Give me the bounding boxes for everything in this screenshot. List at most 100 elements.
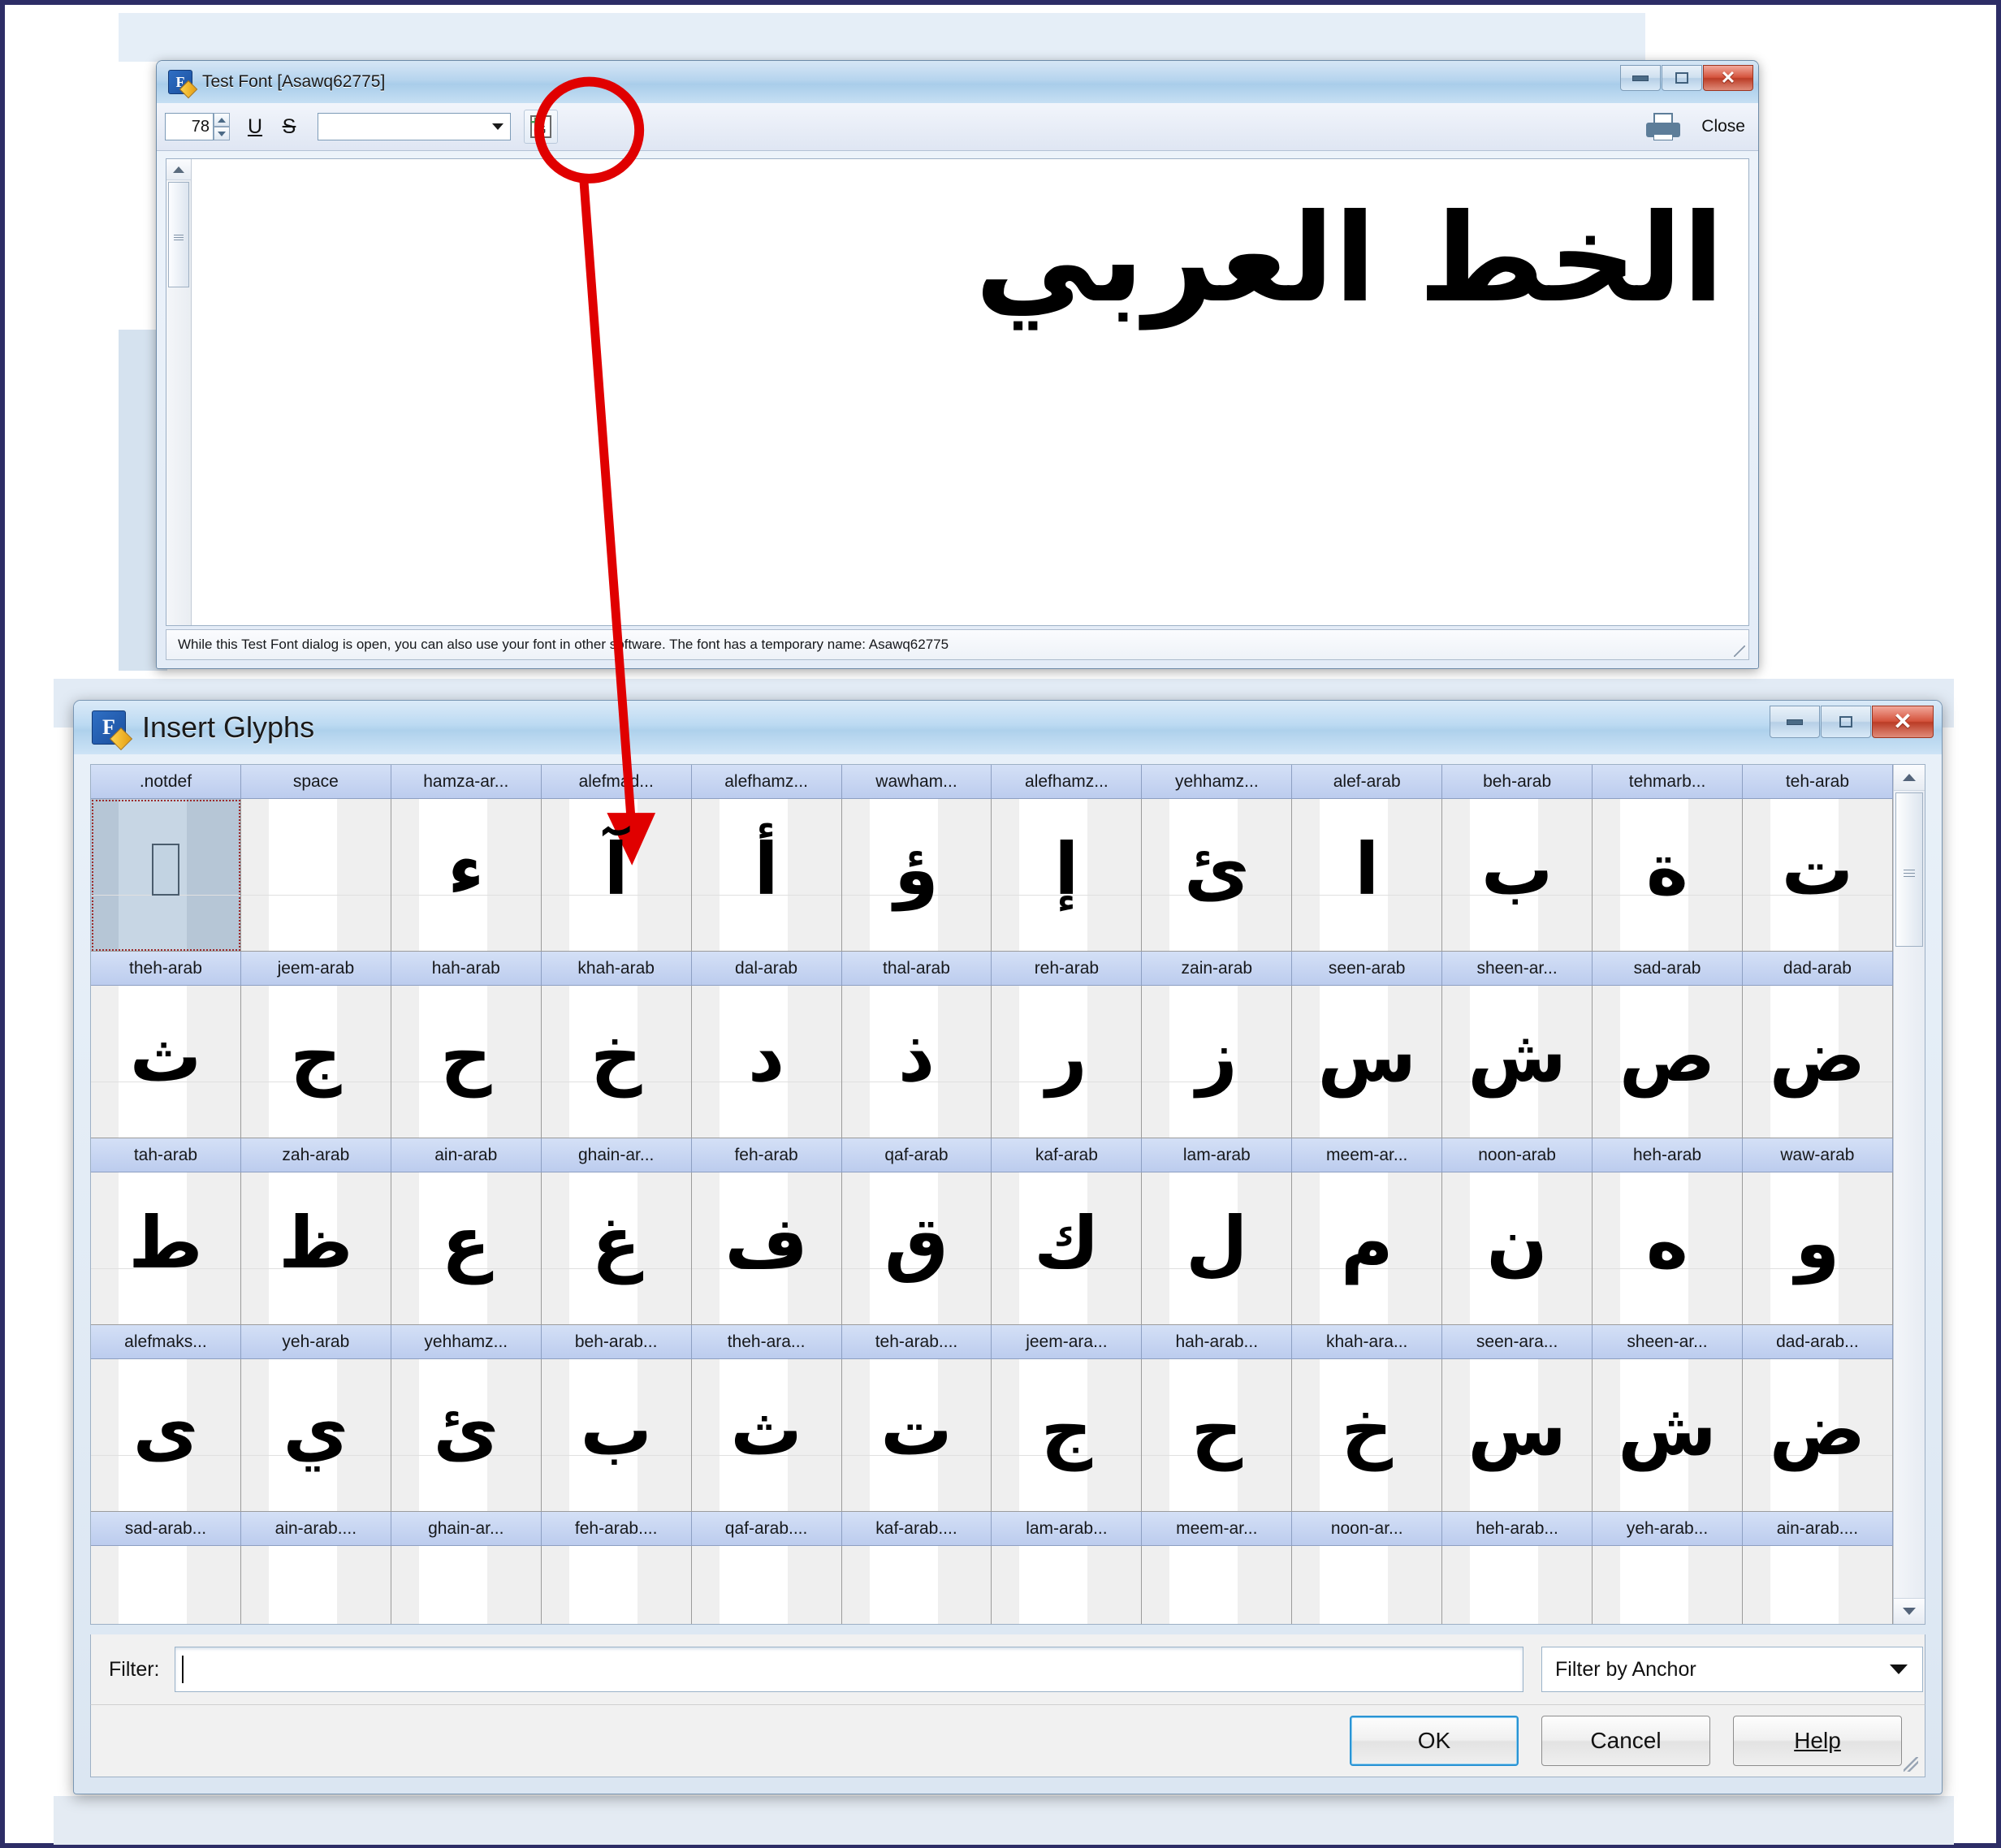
- glyph-name-header[interactable]: heh-arab: [1593, 1138, 1743, 1172]
- glyph-name-header[interactable]: lam-arab: [1142, 1138, 1293, 1172]
- glyph-name-header[interactable]: jeem-ara...: [992, 1325, 1143, 1359]
- glyph-name-header[interactable]: alefmad...: [541, 765, 692, 799]
- glyph-name-header[interactable]: reh-arab: [992, 952, 1143, 986]
- glyph-cell[interactable]: ي: [240, 1359, 391, 1512]
- glyph-name-header[interactable]: tehmarb...: [1593, 765, 1743, 799]
- glyph-name-header[interactable]: yeh-arab: [240, 1325, 391, 1359]
- glyph-cell[interactable]: [91, 1546, 241, 1624]
- scroll-up-icon[interactable]: [1894, 765, 1925, 791]
- underline-button[interactable]: U: [240, 110, 270, 143]
- glyph-name-header[interactable]: thal-arab: [841, 952, 992, 986]
- glyph-cell[interactable]: [691, 1546, 842, 1624]
- glyph-cell[interactable]: ذ: [841, 986, 992, 1138]
- glyph-name-header[interactable]: yehhamz...: [1142, 765, 1293, 799]
- test-font-titlebar[interactable]: F Test Font [Asawq62775] ✕: [157, 61, 1758, 103]
- glyph-cell[interactable]: [841, 1546, 992, 1624]
- glyph-cell[interactable]: [1442, 1546, 1593, 1624]
- glyph-cell[interactable]: غ: [541, 1172, 692, 1325]
- glyph-name-header[interactable]: sheen-ar...: [1593, 1325, 1743, 1359]
- glyph-name-header[interactable]: khah-arab: [541, 952, 692, 986]
- glyph-name-header[interactable]: kaf-arab: [992, 1138, 1143, 1172]
- glyph-name-header[interactable]: hah-arab: [391, 952, 542, 986]
- glyph-name-header[interactable]: theh-ara...: [691, 1325, 842, 1359]
- glyph-name-header[interactable]: ain-arab....: [240, 1512, 391, 1546]
- glyph-cell[interactable]: أ: [691, 799, 842, 952]
- glyph-cell[interactable]: س: [1442, 1359, 1593, 1512]
- sample-text-combo[interactable]: [318, 113, 511, 140]
- font-size-input[interactable]: 78: [165, 113, 214, 140]
- glyph-cell[interactable]: ث: [91, 986, 241, 1138]
- test-font-preview-canvas[interactable]: الخط العربي: [166, 158, 1749, 626]
- glyph-name-header[interactable]: ain-arab: [391, 1138, 542, 1172]
- glyph-name-header[interactable]: sheen-ar...: [1442, 952, 1593, 986]
- insert-glyphs-button[interactable]: + G: [524, 110, 558, 144]
- glyph-name-header[interactable]: yeh-arab...: [1593, 1512, 1743, 1546]
- glyph-cell[interactable]: و: [1742, 1172, 1893, 1325]
- chevron-down-icon[interactable]: [492, 123, 503, 130]
- glyph-cell[interactable]: ض: [1742, 986, 1893, 1138]
- stepper-up-icon[interactable]: [214, 113, 230, 127]
- glyph-name-header[interactable]: beh-arab...: [541, 1325, 692, 1359]
- scrollbar-thumb[interactable]: [1895, 792, 1923, 947]
- glyph-cell[interactable]: [1593, 1546, 1743, 1624]
- glyph-name-header[interactable]: jeem-arab: [240, 952, 391, 986]
- glyph-name-header[interactable]: kaf-arab....: [841, 1512, 992, 1546]
- resize-grip-icon[interactable]: [1734, 646, 1745, 657]
- glyph-name-header[interactable]: zain-arab: [1142, 952, 1293, 986]
- scroll-down-icon[interactable]: [1894, 1598, 1925, 1624]
- cancel-button[interactable]: Cancel: [1541, 1716, 1710, 1766]
- glyph-cell[interactable]: ظ: [240, 1172, 391, 1325]
- glyph-cell[interactable]: ح: [1142, 1359, 1293, 1512]
- glyph-cell[interactable]: آ: [541, 799, 692, 952]
- glyph-cell[interactable]: ة: [1593, 799, 1743, 952]
- glyph-cell[interactable]: ا: [1292, 799, 1443, 952]
- minimize-icon[interactable]: [1620, 65, 1661, 91]
- resize-grip-icon[interactable]: [1904, 1757, 1918, 1772]
- glyph-name-header[interactable]: meem-ar...: [1142, 1512, 1293, 1546]
- glyph-cell[interactable]: ك: [992, 1172, 1143, 1325]
- glyph-cell[interactable]: ئ: [391, 1359, 542, 1512]
- glyph-cell[interactable]: ب: [541, 1359, 692, 1512]
- glyph-name-header[interactable]: .notdef: [91, 765, 241, 799]
- glyph-name-header[interactable]: alefmaks...: [91, 1325, 241, 1359]
- maximize-icon[interactable]: [1821, 706, 1871, 738]
- glyph-name-header[interactable]: alefhamz...: [691, 765, 842, 799]
- glyph-name-header[interactable]: alefhamz...: [992, 765, 1143, 799]
- glyph-cell[interactable]: د: [691, 986, 842, 1138]
- glyph-cell[interactable]: [1292, 1546, 1443, 1624]
- close-icon[interactable]: ✕: [1703, 65, 1753, 91]
- glyph-name-header[interactable]: theh-arab: [91, 952, 241, 986]
- glyph-cell[interactable]: [1742, 1546, 1893, 1624]
- glyph-grid[interactable]: .notdef space hamza-ar... alefmad... alefham…: [91, 765, 1893, 1624]
- close-icon[interactable]: ✕: [1872, 706, 1934, 738]
- glyph-cell[interactable]: ن: [1442, 1172, 1593, 1325]
- glyph-cell[interactable]: س: [1292, 986, 1443, 1138]
- glyph-cell[interactable]: [240, 1546, 391, 1624]
- glyph-name-header[interactable]: alef-arab: [1292, 765, 1443, 799]
- minimize-icon[interactable]: [1770, 706, 1820, 738]
- glyph-name-header[interactable]: ghain-ar...: [391, 1512, 542, 1546]
- glyph-cell[interactable]: ء: [391, 799, 542, 952]
- glyph-cell[interactable]: ق: [841, 1172, 992, 1325]
- glyph-cell[interactable]: [91, 799, 241, 952]
- glyph-cell[interactable]: ت: [841, 1359, 992, 1512]
- glyph-name-header[interactable]: hamza-ar...: [391, 765, 542, 799]
- glyph-name-header[interactable]: lam-arab...: [992, 1512, 1143, 1546]
- glyph-name-header[interactable]: khah-ara...: [1292, 1325, 1443, 1359]
- glyph-cell[interactable]: ر: [992, 986, 1143, 1138]
- filter-input[interactable]: [174, 1647, 1523, 1692]
- glyph-name-header[interactable]: ain-arab....: [1742, 1512, 1893, 1546]
- glyph-cell[interactable]: [391, 1546, 542, 1624]
- glyph-name-header[interactable]: seen-ara...: [1442, 1325, 1593, 1359]
- glyph-name-header[interactable]: beh-arab: [1442, 765, 1593, 799]
- glyph-name-header[interactable]: ghain-ar...: [541, 1138, 692, 1172]
- glyph-name-header[interactable]: seen-arab: [1292, 952, 1443, 986]
- glyph-cell[interactable]: ش: [1442, 986, 1593, 1138]
- maximize-icon[interactable]: [1662, 65, 1702, 91]
- glyph-name-header[interactable]: heh-arab...: [1442, 1512, 1593, 1546]
- glyph-cell[interactable]: م: [1292, 1172, 1443, 1325]
- glyph-cell[interactable]: [240, 799, 391, 952]
- glyph-cell[interactable]: ى: [91, 1359, 241, 1512]
- glyph-name-header[interactable]: space: [240, 765, 391, 799]
- preview-vertical-scrollbar[interactable]: [166, 159, 192, 625]
